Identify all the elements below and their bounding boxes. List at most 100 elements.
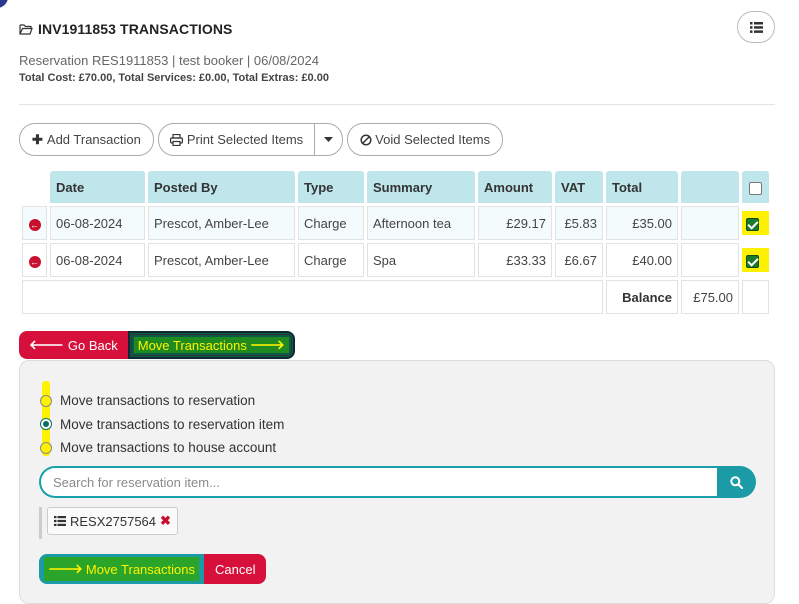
col-amount: Amount: [478, 171, 552, 203]
col-extra: [681, 171, 739, 203]
cell-date: 06-08-2024: [50, 206, 145, 240]
col-vat: VAT: [555, 171, 603, 203]
arrow-right-icon: 🡒: [249, 337, 285, 352]
radio-label: Move transactions to reservation item: [60, 416, 285, 432]
cancel-button[interactable]: Cancel: [203, 554, 267, 584]
move-target-options: Move transactions to reservation Move tr…: [40, 389, 284, 460]
print-dropdown-toggle[interactable]: [315, 124, 342, 155]
void-selected-label: Void Selected Items: [375, 132, 491, 147]
cell-date: 06-08-2024: [50, 243, 145, 277]
balance-empty: [742, 280, 769, 314]
reservation-item-search: [39, 466, 756, 498]
move-panel: Move transactions to reservation Move tr…: [19, 360, 775, 604]
divider: [19, 104, 775, 105]
cell-summary: Spa: [367, 243, 475, 277]
row-action-cell: ←: [22, 243, 47, 277]
void-selected-button[interactable]: Void Selected Items: [347, 123, 504, 156]
list-menu-button[interactable]: [737, 11, 775, 43]
radio-button[interactable]: [40, 394, 52, 407]
totals-summary: Total Cost: £70.00, Total Services: £0.0…: [19, 72, 329, 84]
cell-select: [742, 243, 769, 277]
row-checkbox[interactable]: [746, 254, 759, 268]
arrow-right-icon: 🡒: [48, 561, 83, 576]
radio-button[interactable]: [40, 418, 52, 431]
cancel-label: Cancel: [214, 561, 256, 577]
arrow-left-circle-icon[interactable]: ←: [28, 218, 41, 231]
plus-icon: ✚: [32, 131, 43, 147]
list-icon: [54, 516, 66, 526]
cell-posted-by: Prescot, Amber-Lee: [148, 206, 295, 240]
folder-open-icon: [19, 23, 33, 35]
balance-label: Balance: [606, 280, 678, 314]
radio-label: Move transactions to house account: [60, 440, 277, 456]
col-type: Type: [298, 171, 364, 203]
cell-total: £35.00: [606, 206, 678, 240]
cell-extra: [681, 243, 739, 277]
cell-summary: Afternoon tea: [367, 206, 475, 240]
arrow-left-circle-icon[interactable]: ←: [28, 255, 41, 268]
search-icon: [730, 475, 743, 489]
transactions-table: Date Posted By Type Summary Amount VAT T…: [19, 168, 772, 317]
checkbox-highlight: [742, 211, 769, 235]
selected-item-label: RESX2757564: [70, 513, 157, 529]
print-split-button: Print Selected Items: [157, 123, 344, 156]
page-title: INV1911853 TRANSACTIONS: [38, 21, 233, 37]
cell-amount: £29.17: [478, 206, 552, 240]
move-transactions-toggle-button[interactable]: Move Transactions 🡒: [127, 331, 295, 359]
row-checkbox[interactable]: [746, 217, 759, 231]
add-transaction-button[interactable]: ✚ Add Transaction: [19, 123, 154, 156]
selected-items: RESX2757564 ✖: [39, 507, 178, 539]
balance-value: £75.00: [681, 280, 739, 314]
cell-vat: £5.83: [555, 206, 603, 240]
selected-item-tag: RESX2757564 ✖: [47, 507, 178, 535]
balance-spacer: [22, 280, 603, 314]
col-date: Date: [50, 171, 145, 203]
go-back-label: Go Back: [67, 337, 118, 353]
page-header: INV1911853 TRANSACTIONS: [19, 11, 775, 43]
move-transactions-inner: 🡒 Move Transactions: [44, 557, 199, 581]
radio-button[interactable]: [40, 441, 52, 454]
move-button-label: Move Transactions: [85, 561, 195, 577]
cell-extra: [681, 206, 739, 240]
list-icon: [749, 21, 763, 33]
balance-row: Balance £75.00: [22, 280, 769, 314]
search-input[interactable]: [39, 466, 717, 498]
col-select-all: [742, 171, 769, 203]
table-row: ← 06-08-2024 Prescot, Amber-Lee Charge S…: [22, 243, 769, 277]
cell-type: Charge: [298, 206, 364, 240]
cell-amount: £33.33: [478, 243, 552, 277]
cell-posted-by: Prescot, Amber-Lee: [148, 243, 295, 277]
cell-select: [742, 206, 769, 240]
go-back-button[interactable]: 🡐 Go Back: [19, 331, 128, 359]
move-transactions-label: Move Transactions: [137, 337, 247, 353]
toolbar: ✚ Add Transaction Print Selected Items V…: [19, 123, 504, 156]
print-selected-label: Print Selected Items: [186, 132, 304, 147]
checkbox-highlight: [742, 248, 769, 272]
select-all-checkbox[interactable]: [749, 181, 762, 195]
panel-actions: 🡒 Move Transactions Cancel: [39, 554, 267, 584]
col-posted-by: Posted By: [148, 171, 295, 203]
col-summary: Summary: [367, 171, 475, 203]
corner-decoration: [0, 0, 8, 8]
reservation-subtitle: Reservation RES1911853 | test booker | 0…: [19, 53, 319, 68]
caret-down-icon: [324, 136, 334, 142]
move-transactions-button[interactable]: 🡒 Move Transactions: [39, 554, 204, 584]
radio-label: Move transactions to reservation: [60, 393, 256, 409]
arrow-left-icon: 🡐: [29, 337, 64, 352]
table-row: ← 06-08-2024 Prescot, Amber-Lee Charge A…: [22, 206, 769, 240]
row-action-cell: ←: [22, 206, 47, 240]
cell-type: Charge: [298, 243, 364, 277]
cell-vat: £6.67: [555, 243, 603, 277]
radio-option-house-account[interactable]: Move transactions to house account: [40, 436, 284, 460]
radio-option-reservation-item[interactable]: Move transactions to reservation item: [40, 413, 284, 437]
add-transaction-label: Add Transaction: [46, 132, 141, 147]
search-button[interactable]: [717, 466, 756, 498]
cell-total: £40.00: [606, 243, 678, 277]
remove-icon[interactable]: ✖: [160, 513, 171, 529]
radio-option-reservation[interactable]: Move transactions to reservation: [40, 389, 284, 413]
header-spacer: [22, 171, 47, 203]
action-buttons: 🡐 Go Back Move Transactions 🡒: [19, 331, 295, 359]
ban-icon: [360, 133, 372, 146]
print-selected-button[interactable]: Print Selected Items: [159, 124, 316, 155]
print-icon: [169, 133, 183, 146]
